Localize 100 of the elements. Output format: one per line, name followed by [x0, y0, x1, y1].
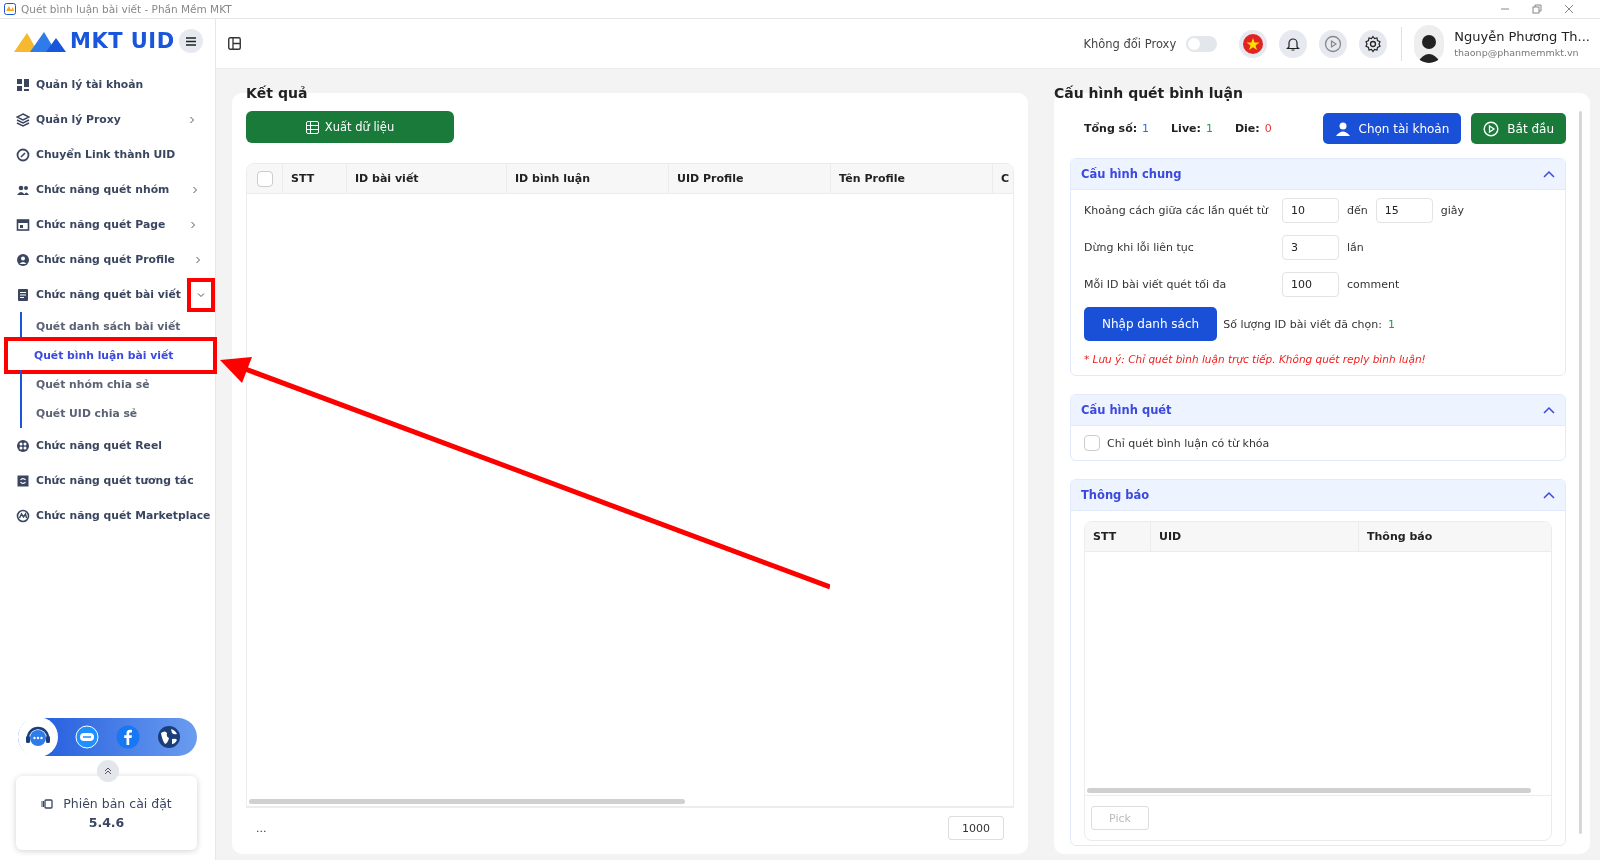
menu-icon [186, 36, 196, 46]
chevron-highlight[interactable] [186, 277, 215, 312]
unit-label: comment [1347, 278, 1400, 291]
sidebar-item[interactable]: Chức năng quét Page [0, 207, 215, 242]
sidebar-item[interactable]: Quản lý Proxy [0, 102, 215, 137]
bell-icon [1285, 35, 1302, 52]
sidebar-item-label: Quản lý Proxy [36, 113, 122, 126]
window-title: Quét bình luận bài viết - Phần Mềm MKT [21, 3, 232, 15]
user-name: Nguyễn Phương Th... [1454, 29, 1590, 44]
chat-bubble-icon[interactable] [75, 725, 99, 749]
proxy-toggle[interactable] [1186, 35, 1218, 52]
stat-label: Live: [1171, 122, 1201, 135]
setting-label: Mỗi ID bài viết quét tối đa [1084, 278, 1228, 291]
notification-button[interactable] [1279, 29, 1308, 58]
sidebar-panel-icon [228, 37, 241, 50]
checkbox-label: Chỉ quét bình luận có từ khóa [1107, 436, 1270, 450]
panel-toggle-button[interactable] [226, 35, 243, 52]
config-title: Cấu hình quét bình luận [1054, 85, 1244, 101]
section-header[interactable]: Cấu hình quét [1071, 395, 1565, 426]
sidebar-item-label: Chuyển Link thành UID [36, 148, 177, 161]
sidebar-item-label: Chức năng quét bài viết [36, 288, 181, 301]
section-title: Cấu hình quét [1081, 403, 1172, 417]
collapse-button[interactable] [96, 760, 119, 782]
language-button[interactable] [1239, 29, 1268, 58]
restore-icon[interactable] [1532, 4, 1542, 14]
column-header: ID bài viết [347, 164, 507, 193]
scrollbar[interactable] [1087, 788, 1531, 793]
settings-icon [1364, 34, 1383, 53]
device-icon [41, 798, 54, 809]
sidebar-item[interactable]: Chức năng quét Marketplace [0, 498, 215, 533]
page-size-field[interactable]: 1000 [948, 816, 1004, 840]
chevron-right-icon [188, 115, 196, 124]
sidebar-item[interactable]: Quản lý tài khoản [0, 67, 215, 102]
selected-count: 1 [1387, 317, 1395, 331]
sidebar-item-label: Chức năng quét tương tác [36, 474, 195, 487]
person-icon [16, 252, 30, 267]
column-header: UID [1151, 522, 1359, 551]
submenu-item[interactable]: Quét nhóm chia sẻ [20, 370, 213, 399]
spreadsheet-icon [305, 120, 319, 134]
stat-value: 1 [1205, 122, 1213, 135]
sidebar-item-label: Chức năng quét nhóm [36, 183, 170, 196]
submenu-item[interactable]: Quét UID chia sẻ [20, 399, 213, 428]
sidebar-item[interactable]: Chức năng quét nhóm [0, 172, 215, 207]
selected-count-label: Số lượng ID bài viết đã chọn: [1223, 317, 1382, 331]
section-header[interactable]: Thông báo [1071, 480, 1565, 511]
choose-account-button[interactable]: Chọn tài khoản [1322, 113, 1462, 144]
stat-label: Die: [1234, 122, 1260, 135]
settings-button[interactable] [1359, 29, 1388, 58]
setting-label: Khoảng cách giữa các lần quét từ [1084, 204, 1270, 217]
unit-label: lần [1347, 241, 1364, 254]
export-button[interactable]: Xuất dữ liệu [246, 111, 454, 143]
section-header[interactable]: Cấu hình chung [1071, 159, 1565, 190]
stat-label: Tổng số: [1084, 122, 1138, 135]
column-header: Tên Profile [831, 164, 993, 193]
link-icon [16, 147, 30, 162]
scrollbar[interactable] [1579, 111, 1582, 834]
submenu-item[interactable]: Quét danh sách bài viết [20, 312, 213, 341]
menu-button[interactable] [179, 29, 203, 53]
unit-label: đến [1347, 204, 1368, 217]
sidebar-item[interactable]: Chức năng quét bài viết [0, 277, 215, 312]
results-title: Kết quả [246, 85, 309, 101]
start-button[interactable]: Bắt đầu [1471, 113, 1566, 144]
column-header: STT [1085, 522, 1151, 551]
version-number: 5.4.6 [88, 815, 125, 830]
column-header: ID bình luận [507, 164, 669, 193]
proxy-label: Không đổi Proxy [1083, 36, 1177, 51]
reel-icon [16, 438, 30, 453]
footer-text: ... [256, 821, 267, 835]
section-title: Thông báo [1081, 488, 1150, 502]
user-email: thaonp@phanmemmkt.vn [1454, 47, 1580, 58]
play-button[interactable] [1319, 29, 1348, 58]
sidebar-item-label: Quản lý tài khoản [36, 78, 145, 91]
sidebar-item[interactable]: Chức năng quét tương tác [0, 463, 215, 498]
layers-icon [16, 112, 30, 127]
sidebar-item[interactable]: Chức năng quét Profile [0, 242, 215, 277]
close-icon[interactable] [1564, 4, 1574, 14]
number-field[interactable]: 100 [1282, 272, 1339, 297]
scrollbar[interactable] [249, 799, 685, 804]
number-field[interactable]: 10 [1282, 198, 1339, 223]
select-all-checkbox[interactable] [256, 170, 273, 187]
section-title: Cấu hình chung [1081, 167, 1182, 181]
number-field[interactable]: 3 [1282, 235, 1339, 260]
number-field[interactable]: 15 [1375, 198, 1433, 223]
avatar[interactable] [1414, 24, 1445, 63]
play-circle-icon [1324, 34, 1343, 53]
setting-label: Dừng khi lỗi liên tục [1084, 241, 1195, 254]
stat-value: 1 [1142, 122, 1150, 135]
globe-icon[interactable] [157, 725, 181, 749]
warning-note: * Lưu ý: Chỉ quét bình luận trực tiếp. Không quét reply bình luận! [1084, 353, 1427, 365]
keyword-checkbox[interactable] [1084, 435, 1100, 451]
sidebar-item[interactable]: Chuyển Link thành UID [0, 137, 215, 172]
chevron-right-icon [189, 220, 198, 229]
document-icon [16, 287, 30, 302]
facebook-icon[interactable] [116, 725, 140, 749]
page-icon [16, 217, 30, 232]
import-list-button[interactable]: Nhập danh sách [1084, 307, 1218, 341]
stat-value: 0 [1264, 122, 1272, 135]
sidebar-item-label: Chức năng quét Page [36, 218, 166, 231]
sidebar-item[interactable]: Chức năng quét Reel [0, 428, 215, 463]
chart-circle-icon [16, 508, 30, 523]
